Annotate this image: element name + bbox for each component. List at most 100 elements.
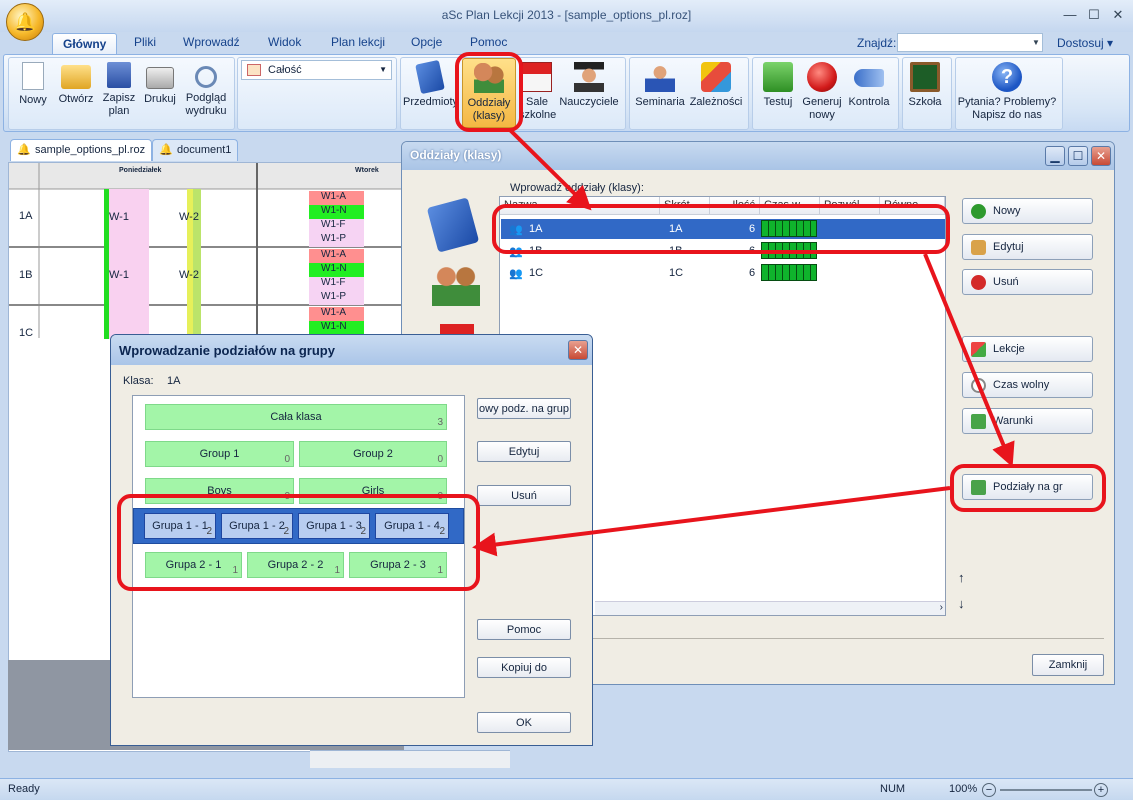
- list-item[interactable]: 👥 1C 1C 6: [501, 263, 945, 283]
- seminars-label: Seminaria: [635, 96, 685, 108]
- school-button[interactable]: Szkoła: [903, 62, 947, 109]
- doc-tab-label: document1: [177, 144, 232, 156]
- seminars-button[interactable]: Seminaria: [632, 62, 688, 109]
- view-select[interactable]: Całość ▼: [241, 60, 392, 80]
- delete-division-button[interactable]: Usuń: [477, 485, 571, 506]
- class-row-1b[interactable]: 1B: [19, 269, 32, 281]
- subjects-button[interactable]: Przedmioty: [403, 59, 458, 109]
- group-count: 0: [284, 454, 290, 465]
- maximize-button[interactable]: ☐: [1084, 6, 1104, 24]
- lesson-card[interactable]: W1-P: [321, 291, 346, 302]
- customize-menu[interactable]: Dostosuj ▾: [1057, 36, 1113, 50]
- plus-icon: [971, 204, 986, 219]
- classes-caption: Wprowadź oddziały (klasy):: [510, 182, 644, 194]
- dependencies-button[interactable]: Zależności: [688, 62, 744, 109]
- tab-widok[interactable]: Widok: [268, 35, 301, 49]
- doc-tab-document1[interactable]: 🔔 document1: [152, 139, 239, 161]
- chevron-right-icon[interactable]: ›: [940, 602, 943, 613]
- group-card[interactable]: Group 2 0: [299, 441, 447, 467]
- new-class-button[interactable]: Nowy: [962, 198, 1093, 224]
- lesson-card[interactable]: W-2: [179, 269, 199, 281]
- tab-plan-lekcji[interactable]: Plan lekcji: [331, 35, 385, 49]
- chevron-down-icon[interactable]: ▼: [1032, 38, 1040, 47]
- lesson-card[interactable]: W1-N: [321, 321, 347, 332]
- rooms-button[interactable]: Sale szkolne: [519, 62, 556, 122]
- row-short: 1C: [669, 267, 684, 279]
- lesson-card[interactable]: W1-A: [321, 191, 346, 202]
- whole-class-group[interactable]: Cała klasa 3: [145, 404, 447, 430]
- lesson-card[interactable]: W1-P: [321, 233, 346, 244]
- close-dialog-button[interactable]: Zamknij: [1032, 654, 1104, 676]
- print-preview-button[interactable]: Podgląd wydruku: [182, 62, 230, 118]
- conditions-icon: [971, 414, 986, 429]
- teachers-button[interactable]: Nauczyciele: [558, 62, 620, 109]
- class-row-1a[interactable]: 1A: [19, 210, 32, 222]
- edit-division-button[interactable]: Edytuj: [477, 441, 571, 462]
- annotation-ring: [492, 204, 950, 254]
- ok-button[interactable]: OK: [477, 712, 571, 733]
- edit-class-button[interactable]: Edytuj: [962, 234, 1093, 260]
- lesson-card[interactable]: W1-N: [321, 205, 347, 216]
- zoom-slider[interactable]: [1000, 789, 1092, 791]
- new-class-label: Nowy: [993, 205, 1021, 217]
- lessons-icon: [971, 342, 986, 357]
- test-button[interactable]: Testuj: [758, 62, 798, 109]
- lesson-card[interactable]: W-1: [109, 269, 129, 281]
- lesson-card[interactable]: W1-N: [321, 263, 347, 274]
- dialog-maximize-button[interactable]: ☐: [1068, 146, 1088, 166]
- conditions-button[interactable]: Warunki: [962, 408, 1093, 434]
- find-input[interactable]: [897, 33, 1043, 52]
- help-dialog-button[interactable]: Pomoc: [477, 619, 571, 640]
- lesson-card[interactable]: W1-F: [321, 277, 345, 288]
- bell-icon: 🔔: [17, 144, 31, 156]
- dialog-minimize-button[interactable]: ▁: [1045, 146, 1065, 166]
- check-button[interactable]: Kontrola: [846, 62, 892, 109]
- move-down-button[interactable]: ↓: [958, 596, 965, 611]
- group-count: 0: [437, 454, 443, 465]
- lesson-card[interactable]: W1-A: [321, 307, 346, 318]
- dialog-close-button[interactable]: ✕: [568, 340, 588, 360]
- move-up-button[interactable]: ↑: [958, 570, 965, 585]
- minimize-button[interactable]: —: [1060, 6, 1080, 24]
- class-row-1c[interactable]: 1C: [19, 327, 33, 339]
- open-button[interactable]: Otwórz: [54, 62, 98, 106]
- find-label: Znajdź:: [857, 36, 897, 50]
- group-label: Cała klasa: [270, 411, 322, 423]
- tab-glowny[interactable]: Główny: [52, 33, 118, 55]
- save-button[interactable]: Zapisz plan: [99, 62, 139, 118]
- app-menu-button[interactable]: 🔔: [6, 3, 44, 41]
- lessons-button[interactable]: Lekcje: [962, 336, 1093, 362]
- generate-button[interactable]: Generuj nowy: [800, 62, 844, 122]
- close-button[interactable]: ✕: [1108, 6, 1128, 24]
- classes-dialog-title: Oddziały (klasy): [402, 142, 1114, 170]
- annotation-ring: [950, 464, 1106, 512]
- delete-class-button[interactable]: Usuń: [962, 269, 1093, 295]
- horizontal-scrollbar[interactable]: ›: [595, 601, 945, 615]
- zoom-in-button[interactable]: +: [1094, 783, 1108, 797]
- new-button[interactable]: Nowy: [14, 62, 52, 107]
- view-switch-tabs[interactable]: [310, 750, 510, 768]
- doc-tab-sample[interactable]: 🔔 sample_options_pl.roz: [10, 139, 153, 161]
- tab-wprowadz[interactable]: Wprowadź: [183, 35, 240, 49]
- lesson-card[interactable]: W-1: [109, 211, 129, 223]
- group-card[interactable]: Group 1 0: [145, 441, 294, 467]
- new-division-button[interactable]: owy podz. na grup: [477, 398, 571, 419]
- lesson-card[interactable]: W1-A: [321, 249, 346, 260]
- view-select-value: Całość: [268, 64, 302, 76]
- tab-opcje[interactable]: Opcje: [411, 35, 442, 49]
- tab-pomoc[interactable]: Pomoc: [470, 35, 507, 49]
- tab-pliki[interactable]: Pliki: [134, 35, 156, 49]
- lessons-label: Lekcje: [993, 343, 1025, 355]
- zoom-out-button[interactable]: −: [982, 783, 996, 797]
- print-button[interactable]: Drukuj: [140, 62, 180, 106]
- help-button[interactable]: ? Pytania? Problemy? Napisz do nas: [956, 62, 1058, 122]
- time-off-button[interactable]: Czas wolny: [962, 372, 1093, 398]
- lesson-card[interactable]: W1-F: [321, 219, 345, 230]
- dialog-close-button[interactable]: ✕: [1091, 146, 1111, 166]
- copy-to-button[interactable]: Kopiuj do: [477, 657, 571, 678]
- lesson-card[interactable]: W-2: [179, 211, 199, 223]
- shapes-icon: [701, 62, 731, 92]
- num-lock-indicator: NUM: [880, 783, 906, 795]
- minus-icon: [971, 275, 986, 290]
- status-text: Ready: [8, 783, 40, 795]
